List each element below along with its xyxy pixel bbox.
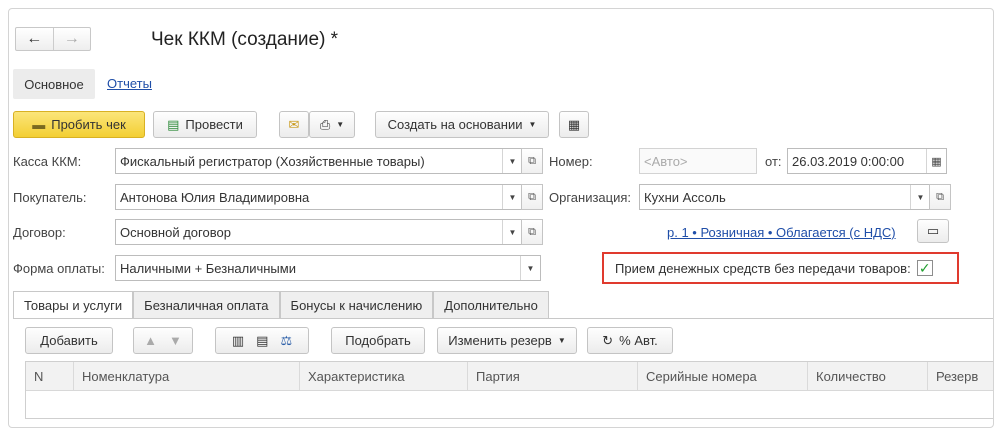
- arrow-down-icon[interactable]: ▼: [169, 333, 182, 348]
- tab-bar: Товары и услуги Безналичная оплата Бонус…: [13, 291, 549, 319]
- open-icon[interactable]: ⧉: [521, 219, 543, 245]
- chevron-down-icon: ▼: [336, 120, 345, 129]
- number-field[interactable]: <Авто>: [639, 148, 757, 174]
- chevron-down-icon[interactable]: ▼: [520, 256, 540, 280]
- change-reserve-button[interactable]: Изменить резерв ▼: [437, 327, 577, 354]
- open-icon[interactable]: ⧉: [929, 184, 951, 210]
- print-receipt-label: Пробить чек: [51, 117, 126, 132]
- chevron-down-icon: ▼: [557, 336, 566, 345]
- date-field[interactable]: 26.03.2019 0:00:00 ▦: [787, 148, 947, 174]
- document-window: ← → Чек ККМ (создание) * Основное Отчеты…: [8, 8, 994, 428]
- post-document-icon: ▤: [167, 116, 180, 132]
- chevron-down-icon: ▼: [528, 120, 537, 129]
- column-header-characteristic[interactable]: Характеристика: [300, 362, 468, 390]
- card-icon: ▭: [926, 223, 940, 238]
- chevron-down-icon[interactable]: ▼: [502, 220, 522, 244]
- number-label: Номер:: [549, 154, 593, 169]
- arrow-right-icon: →: [63, 30, 80, 47]
- scan-document-icon[interactable]: ▤: [256, 333, 268, 349]
- move-buttons: ▲ ▼: [133, 327, 193, 354]
- tab-reports[interactable]: Отчеты: [107, 76, 152, 91]
- nav-buttons: ← →: [15, 27, 91, 51]
- number-placeholder: <Авто>: [644, 153, 688, 169]
- org-label: Организация:: [549, 190, 632, 205]
- scale-icon[interactable]: ⚖: [280, 333, 292, 349]
- post-button[interactable]: ▤ Провести: [153, 111, 257, 138]
- create-based-on-label: Создать на основании: [387, 117, 523, 132]
- column-header-item[interactable]: Номенклатура: [74, 362, 300, 390]
- column-header-quantity[interactable]: Количество: [808, 362, 928, 390]
- tab-cashless[interactable]: Безналичная оплата: [133, 291, 280, 318]
- org-field[interactable]: Кухни Ассоль ▼: [639, 184, 931, 210]
- cash-register-icon: ▬: [32, 117, 46, 132]
- forward-button[interactable]: →: [52, 28, 91, 50]
- card-button[interactable]: ▭: [917, 219, 949, 243]
- auto-discount-button[interactable]: ↻ % Авт.: [587, 327, 673, 354]
- mail-icon: ✉: [288, 116, 300, 132]
- no-transfer-checkbox[interactable]: ✓: [916, 259, 933, 276]
- column-header-batch[interactable]: Партия: [468, 362, 638, 390]
- kassa-value: Фискальный регистратор (Хозяйственные то…: [120, 153, 425, 169]
- page-title: Чек ККМ (создание) *: [151, 29, 339, 50]
- payment-value: Наличными + Безналичными: [120, 260, 296, 276]
- kassa-label: Касса ККМ:: [13, 154, 82, 169]
- payment-field[interactable]: Наличными + Безналичными ▼: [115, 255, 541, 281]
- org-value: Кухни Ассоль: [644, 189, 726, 205]
- table-header: N Номенклатура Характеристика Партия Сер…: [26, 362, 993, 391]
- arrow-left-icon: ←: [26, 30, 43, 47]
- create-based-on-button[interactable]: Создать на основании ▼: [375, 111, 549, 138]
- open-icon[interactable]: ⧉: [521, 184, 543, 210]
- contract-value: Основной договор: [120, 224, 231, 240]
- tab-main[interactable]: Основное: [13, 69, 95, 99]
- tax-link[interactable]: р. 1 • Розничная • Облагается (с НДС): [667, 225, 896, 240]
- auto-discount-label: % Авт.: [619, 333, 658, 348]
- contract-field[interactable]: Основной договор ▼: [115, 219, 523, 245]
- buyer-field[interactable]: Антонова Юлия Владимировна ▼: [115, 184, 523, 210]
- no-transfer-row: Прием денежных средств без передачи това…: [615, 260, 933, 276]
- column-header-reserve[interactable]: Резерв: [928, 362, 993, 390]
- add-button[interactable]: Добавить: [25, 327, 113, 354]
- post-label: Провести: [185, 117, 243, 132]
- report-button[interactable]: ▦: [559, 111, 589, 138]
- date-label: от:: [765, 154, 782, 169]
- goods-table[interactable]: N Номенклатура Характеристика Партия Сер…: [25, 361, 993, 419]
- pick-button[interactable]: Подобрать: [331, 327, 425, 354]
- date-value: 26.03.2019 0:00:00: [792, 153, 905, 169]
- tab-goods[interactable]: Товары и услуги: [13, 291, 134, 319]
- tab-divider: [13, 318, 993, 319]
- kassa-field[interactable]: Фискальный регистратор (Хозяйственные то…: [115, 148, 523, 174]
- chevron-down-icon[interactable]: ▼: [910, 185, 930, 209]
- payment-label: Форма оплаты:: [13, 261, 105, 276]
- no-transfer-label: Прием денежных средств без передачи това…: [615, 260, 911, 276]
- print-receipt-button[interactable]: ▬ Пробить чек: [13, 111, 145, 138]
- arrow-up-icon[interactable]: ▲: [144, 333, 157, 348]
- chevron-down-icon[interactable]: ▼: [502, 185, 522, 209]
- print-menu-button[interactable]: ⎙ ▼: [309, 111, 355, 138]
- change-reserve-label: Изменить резерв: [448, 333, 552, 348]
- refresh-icon: ↻: [602, 332, 614, 348]
- checkmark-icon: ✓: [918, 259, 931, 276]
- printer-icon: ⎙: [319, 116, 331, 132]
- tab-additional[interactable]: Дополнительно: [433, 291, 549, 318]
- column-header-n[interactable]: N: [26, 362, 74, 390]
- back-button[interactable]: ←: [16, 28, 53, 50]
- barcode-icon[interactable]: ▥: [232, 333, 244, 349]
- chevron-down-icon[interactable]: ▼: [502, 149, 522, 173]
- open-icon[interactable]: ⧉: [521, 148, 543, 174]
- contract-label: Договор:: [13, 225, 66, 240]
- report-icon: ▦: [567, 116, 581, 132]
- calendar-icon[interactable]: ▦: [926, 149, 946, 173]
- tab-bonuses[interactable]: Бонусы к начислению: [279, 291, 434, 318]
- scan-buttons: ▥ ▤ ⚖: [215, 327, 309, 354]
- buyer-value: Антонова Юлия Владимировна: [120, 189, 310, 205]
- mail-button[interactable]: ✉: [279, 111, 309, 138]
- buyer-label: Покупатель:: [13, 190, 87, 205]
- column-header-serial[interactable]: Серийные номера: [638, 362, 808, 390]
